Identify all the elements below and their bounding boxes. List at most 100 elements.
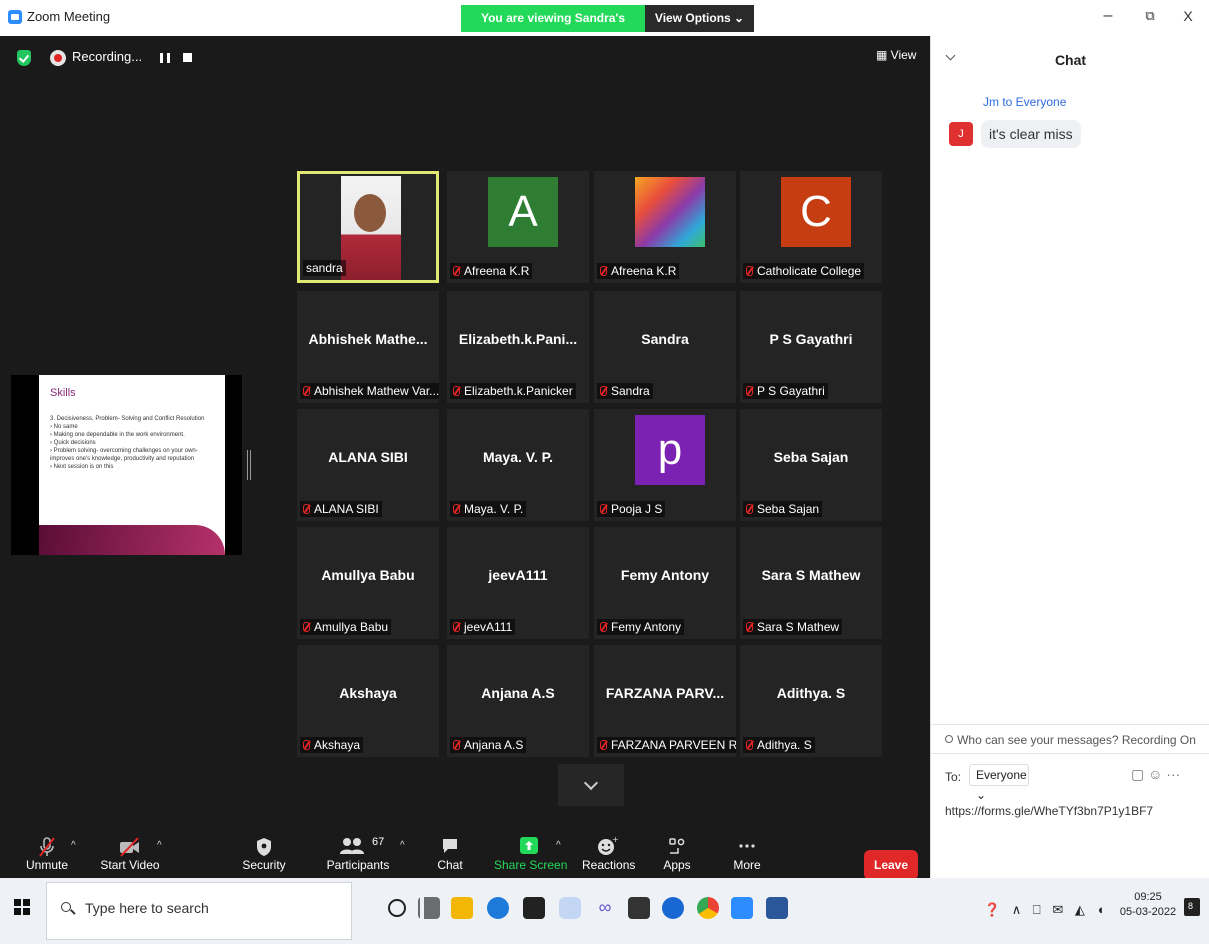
participant-tile[interactable]: Abhishek Mathe... Abhishek Mathew Var... [297, 291, 439, 403]
muted-mic-icon [746, 266, 753, 276]
participant-label-text: Maya. V. P. [464, 502, 524, 516]
participant-label-text: Femy Antony [611, 620, 682, 634]
share-options-caret-icon[interactable]: ^ [556, 840, 561, 851]
participant-tile[interactable]: Adithya. S Adithya. S [740, 645, 882, 757]
microsoft-store-icon[interactable] [523, 897, 545, 919]
participant-label-text: Amullya Babu [314, 620, 389, 634]
participant-name-label: Pooja J S [597, 501, 666, 517]
participants-label: Participants [326, 858, 390, 872]
participant-tile[interactable]: Sandra Sandra [594, 291, 736, 403]
participant-label-text: FARZANA PARVEEN R [611, 738, 736, 752]
people-icon [945, 735, 954, 743]
participants-button[interactable]: 67 Participants [326, 836, 390, 872]
participant-name-label: Afreena K.R [450, 263, 533, 279]
chat-notice-text: Who can see your messages? Recording On [957, 733, 1196, 747]
chat-privacy-notice[interactable]: Who can see your messages? Recording On [931, 724, 1209, 754]
participant-tile[interactable]: Maya. V. P. Maya. V. P. [447, 409, 589, 521]
participant-name-label: Afreena K.R [597, 263, 680, 279]
participant-tile[interactable]: Akshaya Akshaya [297, 645, 439, 757]
participant-name-label: jeevA111 [450, 619, 516, 635]
participant-label-text: Afreena K.R [464, 264, 530, 278]
zoom-taskbar-icon[interactable] [731, 897, 753, 919]
infinity-app-icon[interactable]: ∞ [594, 897, 616, 919]
start-video-button[interactable]: Start Video [98, 836, 162, 872]
participant-tile[interactable]: Femy Antony Femy Antony [594, 527, 736, 639]
participant-tile[interactable]: jeevA111 jeevA111 [447, 527, 589, 639]
participant-tile[interactable]: Sara S Mathew Sara S Mathew [740, 527, 882, 639]
word-icon[interactable] [766, 897, 788, 919]
chrome-icon[interactable] [697, 897, 719, 919]
view-layout-button[interactable]: ▦ View [876, 48, 916, 62]
security-shield-icon [257, 838, 271, 856]
taskbar-clock[interactable]: 09:25 05-03-2022 [1118, 890, 1178, 920]
recording-icon [50, 50, 66, 66]
pause-recording-icon[interactable] [160, 53, 170, 63]
audio-options-caret-icon[interactable]: ^ [71, 840, 76, 851]
chat-message-input[interactable] [945, 804, 1200, 818]
chat-tools[interactable]: ▢ ☺ ··· [1131, 766, 1201, 784]
recipient-select[interactable]: Everyone ⌄ [969, 764, 1029, 802]
more-button[interactable]: More [730, 836, 764, 872]
browser-c-icon[interactable] [662, 897, 684, 919]
windows-start-icon[interactable] [14, 899, 30, 915]
system-tray-icons[interactable]: ❓ ∧ ⎕ ✉ ◭ ◖ [984, 902, 1108, 918]
participant-display-name: Seba Sajan [773, 449, 849, 465]
participant-avatar [635, 177, 705, 247]
participant-tile[interactable]: FARZANA PARV... FARZANA PARVEEN R [594, 645, 736, 757]
participant-tile[interactable]: Afreena K.R [594, 171, 736, 283]
leave-meeting-button[interactable]: Leave [864, 850, 918, 880]
participant-name-label: sandra [303, 260, 346, 276]
task-view-icon[interactable] [418, 897, 440, 919]
edge-browser-icon[interactable] [487, 897, 509, 919]
participant-display-name: Akshaya [339, 685, 397, 701]
restore-button[interactable]: ⧉ [1140, 6, 1160, 26]
close-button[interactable]: X [1178, 6, 1198, 26]
cortana-icon[interactable] [388, 899, 406, 917]
zoom-logo-icon [8, 10, 22, 24]
clock-date: 05-03-2022 [1119, 906, 1177, 918]
apps-button[interactable]: Apps [660, 836, 694, 872]
file-explorer-icon[interactable] [451, 897, 473, 919]
unmute-button[interactable]: Unmute [24, 836, 70, 872]
participant-tile[interactable]: Seba Sajan Seba Sajan [740, 409, 882, 521]
video-options-caret-icon[interactable]: ^ [157, 840, 162, 851]
shared-screen-thumbnail[interactable]: Skills 3. Decisiveness, Problem- Solving… [11, 375, 242, 555]
chat-button[interactable]: Chat [432, 836, 468, 872]
share-screen-button[interactable]: Share Screen [494, 836, 567, 872]
participants-options-caret-icon[interactable]: ^ [400, 840, 405, 851]
participant-label-text: Seba Sajan [757, 502, 820, 516]
dropbox-icon[interactable] [559, 897, 581, 919]
title-bar: Zoom Meeting You are viewing Sandra's sc… [0, 0, 1209, 52]
security-button[interactable]: Security [240, 836, 288, 872]
participant-avatar: p [635, 415, 705, 485]
participant-tile[interactable]: Elizabeth.k.Pani... Elizabeth.k.Panicker [447, 291, 589, 403]
participant-tile[interactable]: C Catholicate College [740, 171, 882, 283]
participant-name-label: Catholicate College [743, 263, 865, 279]
participant-label-text: Abhishek Mathew Var... [314, 384, 439, 398]
participant-display-name: Amullya Babu [321, 567, 415, 583]
view-options-button[interactable]: View Options ⌄ [645, 5, 754, 32]
unmute-label: Unmute [25, 858, 69, 872]
participant-tile[interactable]: Amullya Babu Amullya Babu [297, 527, 439, 639]
reactions-button[interactable]: + Reactions [582, 836, 635, 872]
participant-tile[interactable]: A Afreena K.R [447, 171, 589, 283]
participant-tile[interactable]: sandra [297, 171, 439, 283]
muted-mic-icon [453, 386, 460, 396]
muted-mic-icon [453, 740, 460, 750]
participant-tile[interactable]: Anjana A.S Anjana A.S [447, 645, 589, 757]
resize-handle[interactable] [247, 450, 251, 480]
muted-mic-icon [600, 266, 607, 276]
participant-tile[interactable]: p Pooja J S [594, 409, 736, 521]
participant-name-label: FARZANA PARVEEN R [597, 737, 736, 753]
scroll-down-button[interactable] [558, 764, 624, 806]
encryption-shield-icon[interactable] [17, 50, 31, 66]
stop-recording-icon[interactable] [183, 53, 192, 62]
chat-panel: Chat Jm to Everyone J it's clear miss Wh… [930, 36, 1209, 878]
taskbar-search-box[interactable]: Type here to search [46, 882, 352, 940]
minimize-button[interactable]: – [1098, 6, 1118, 26]
participant-tile[interactable]: ALANA SIBI ALANA SIBI [297, 409, 439, 521]
mail-icon[interactable] [628, 897, 650, 919]
notification-center-icon[interactable]: 8 [1184, 898, 1200, 916]
participant-tile[interactable]: P S Gayathri P S Gayathri [740, 291, 882, 403]
viewing-screen-banner: You are viewing Sandra's screen [461, 5, 645, 52]
